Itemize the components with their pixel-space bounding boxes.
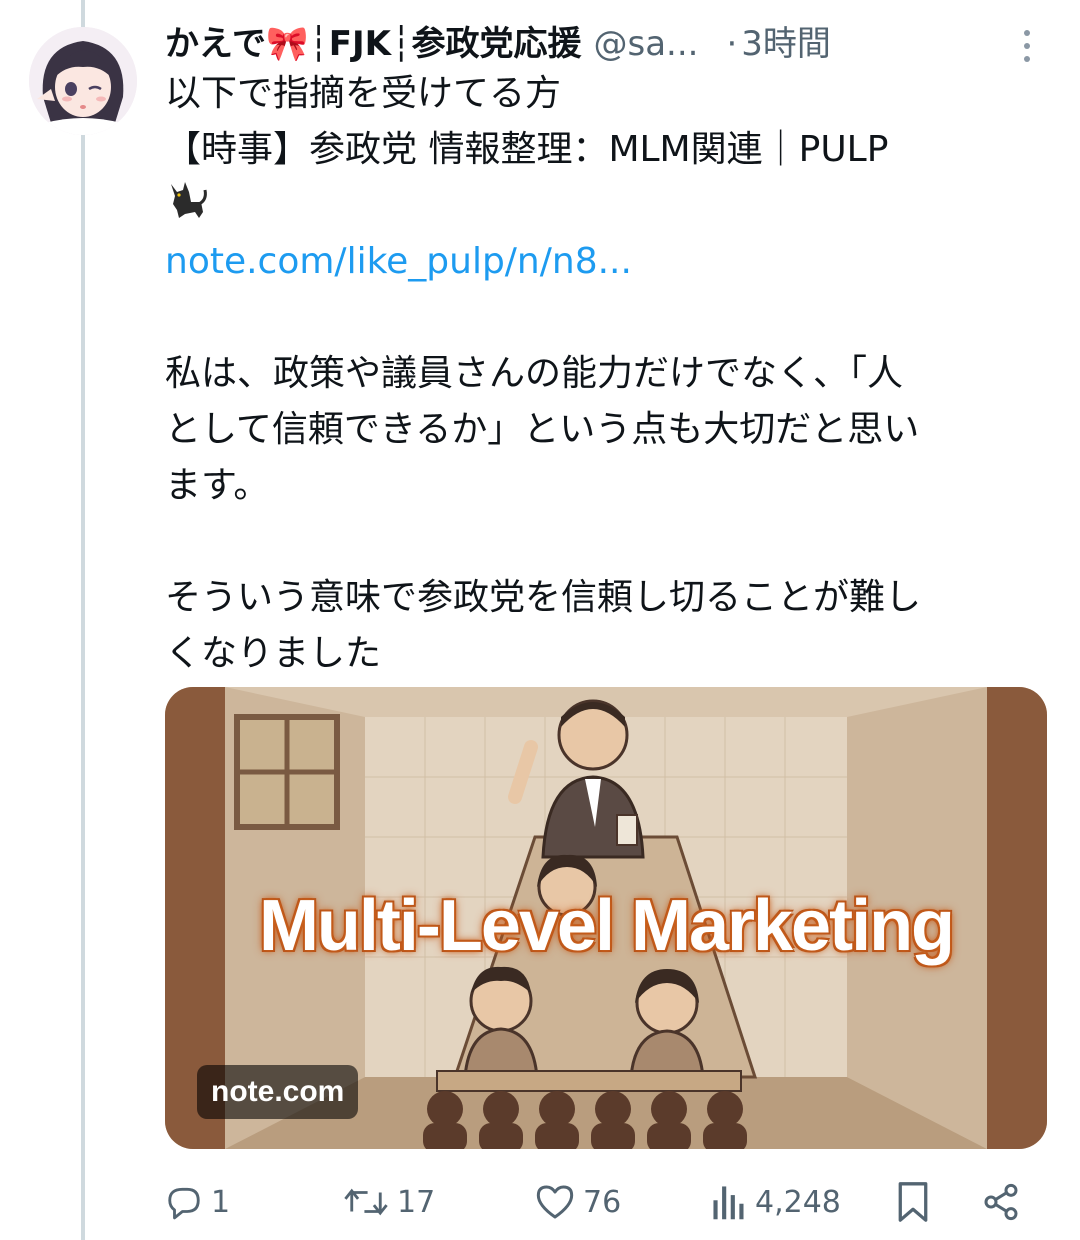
more-vertical-icon[interactable] <box>1010 26 1044 66</box>
view-count: 4,248 <box>755 1184 841 1220</box>
tweet-line-1: 以下で指摘を受けてる方 <box>165 73 562 114</box>
tweet-line-8: ます。 <box>165 465 270 506</box>
like-button[interactable]: 76 <box>535 1170 621 1234</box>
tweet-line-2: 【時事】参政党 情報整理：MLM関連｜PULP <box>165 129 889 170</box>
bookmark-icon <box>898 1182 928 1222</box>
repost-button[interactable]: 17 <box>343 1170 435 1234</box>
thread-line <box>81 0 85 1240</box>
tweet-line-11: くなりました <box>165 633 382 674</box>
bookmark-button[interactable] <box>895 1170 931 1234</box>
share-icon <box>984 1183 1018 1221</box>
user-handle[interactable]: @sa... <box>593 18 698 70</box>
reply-button[interactable]: 1 <box>165 1170 230 1234</box>
like-count: 76 <box>583 1184 622 1220</box>
tweet-header: かえで🎀┆FJK┆参政党応援 @sa... · 3時間 <box>165 18 1045 70</box>
avatar[interactable] <box>29 27 137 135</box>
share-button[interactable] <box>981 1170 1021 1234</box>
black-cat-icon <box>171 182 207 218</box>
tweet-line-10: そういう意味で参政党を信頼し切ることが難し <box>165 577 922 618</box>
link-card-image[interactable]: Multi-Level Marketing note.com <box>165 687 1047 1149</box>
avatar-illustration <box>29 27 137 135</box>
repost-icon <box>344 1188 388 1216</box>
tweet-line-7: として信頼できるか」という点も大切だと思い <box>165 409 920 450</box>
heart-icon <box>536 1185 574 1219</box>
tweet-text: 以下で指摘を受けてる方 【時事】参政党 情報整理：MLM関連｜PULP 🐈‍⬛ … <box>165 66 1050 682</box>
tweet-line-6: 私は、政策や議員さんの能力だけでなく、「人 <box>165 353 904 394</box>
repost-count: 17 <box>397 1184 436 1220</box>
note-link[interactable]: note.com/like_pulp/n/n8... <box>165 234 1050 290</box>
reply-icon <box>168 1187 200 1220</box>
reply-count: 1 <box>211 1184 231 1220</box>
separator-dot: · <box>726 24 738 64</box>
action-bar: 1 17 76 4,248 <box>165 1170 1045 1234</box>
card-source-badge: note.com <box>197 1065 359 1119</box>
display-name[interactable]: かえで🎀┆FJK┆参政党応援 <box>165 18 581 70</box>
views-chart-icon <box>713 1186 744 1220</box>
timestamp[interactable]: 3時間 <box>741 18 831 70</box>
tweet-line-3-emoji: 🐈‍⬛ <box>165 178 1050 234</box>
views-button[interactable]: 4,248 <box>711 1170 841 1234</box>
card-overlay-title: Multi-Level Marketing <box>258 886 955 966</box>
